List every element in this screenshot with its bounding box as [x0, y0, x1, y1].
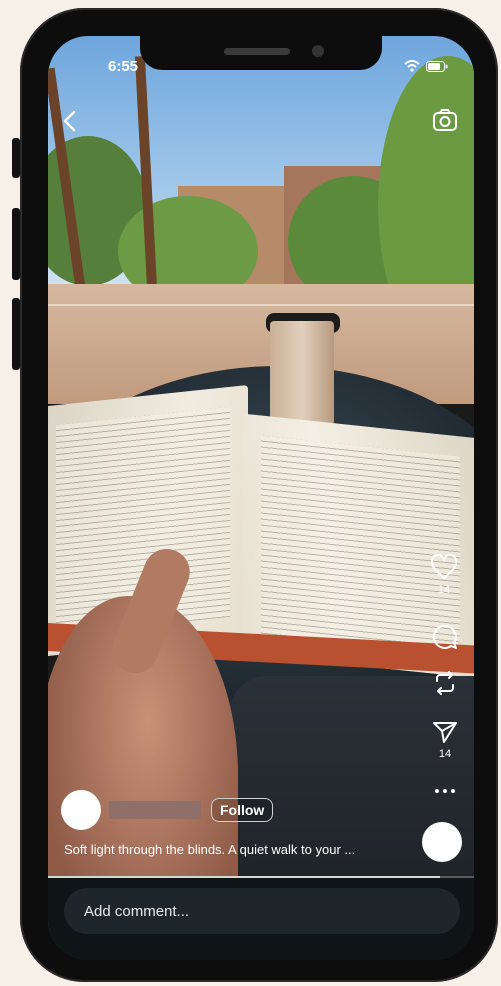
- volume-down-button: [12, 298, 20, 370]
- repost-button[interactable]: [432, 670, 458, 696]
- more-icon: [435, 789, 455, 793]
- battery-icon: [426, 60, 448, 72]
- like-button[interactable]: 14: [430, 554, 458, 596]
- audio-avatar[interactable]: [422, 822, 462, 862]
- share-count: 14: [438, 748, 452, 760]
- mute-switch: [12, 138, 20, 178]
- comment-icon: [432, 624, 457, 649]
- status-time: 6:55: [108, 58, 139, 75]
- follow-button[interactable]: Follow: [211, 798, 274, 822]
- back-button[interactable]: [62, 110, 78, 132]
- heart-icon: [430, 554, 458, 579]
- post-author: Follow: [61, 790, 274, 830]
- reel-screen: 6:55 14 14 Follow Soft light through the…: [48, 36, 474, 960]
- comment-bar: Add comment...: [48, 878, 474, 960]
- repost-icon: [436, 671, 454, 695]
- camera-button[interactable]: [432, 108, 458, 132]
- username-redacted[interactable]: [109, 801, 201, 819]
- comment-input[interactable]: Add comment...: [64, 888, 460, 934]
- notch: [140, 36, 382, 70]
- comment-button[interactable]: [432, 624, 458, 650]
- like-count: 14: [437, 584, 451, 596]
- post-caption[interactable]: Soft light through the blinds. A quiet w…: [64, 842, 404, 857]
- camera-icon: [433, 109, 457, 131]
- volume-up-button: [12, 208, 20, 280]
- chevron-left-icon: [63, 110, 76, 132]
- status-icons: [404, 60, 448, 72]
- send-icon: [433, 722, 457, 743]
- share-button[interactable]: 14: [432, 720, 458, 760]
- more-button[interactable]: [434, 788, 456, 794]
- wifi-icon: [404, 60, 420, 72]
- avatar[interactable]: [61, 790, 101, 830]
